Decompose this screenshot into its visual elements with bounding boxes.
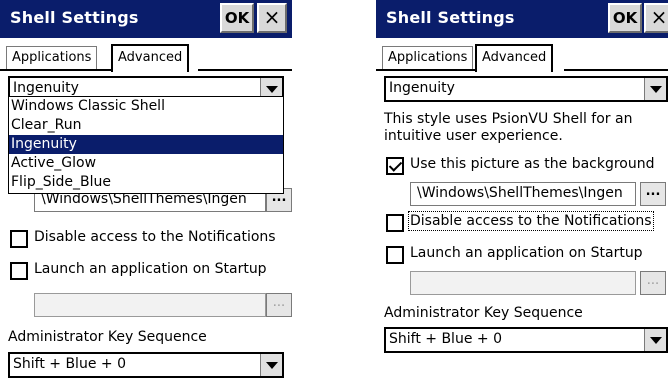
admin-key-label: Administrator Key Sequence — [384, 305, 583, 321]
tab-applications[interactable]: Applications — [382, 46, 474, 70]
disable-notifications-label: Disable access to the Notifications — [34, 229, 276, 245]
title-bar: Shell Settings OK × — [0, 0, 292, 38]
launch-startup-label: Launch an application on Startup — [34, 261, 267, 277]
tab-advanced[interactable]: Advanced — [111, 44, 190, 72]
startup-browse-button: ... — [266, 293, 292, 317]
dropdown-arrow-icon[interactable] — [260, 354, 282, 376]
dropdown-option[interactable]: Windows Classic Shell — [9, 97, 283, 116]
ok-button[interactable]: OK — [220, 3, 254, 33]
close-button[interactable]: × — [257, 3, 287, 33]
dropdown-option[interactable]: Clear_Run — [9, 116, 283, 135]
use-picture-checkbox[interactable] — [386, 157, 404, 175]
tab-underline — [564, 69, 668, 71]
dropdown-arrow-icon[interactable] — [644, 78, 666, 100]
admin-key-select[interactable]: Shift + Blue + 0 — [8, 352, 284, 378]
disable-notifications-checkbox[interactable] — [10, 230, 28, 248]
close-button[interactable]: × — [644, 3, 668, 33]
title-bar: Shell Settings OK × — [376, 0, 668, 38]
admin-key-value: Shift + Blue + 0 — [13, 356, 126, 372]
tab-underline — [198, 69, 292, 71]
window-title: Shell Settings — [10, 8, 139, 27]
tab-underline — [0, 69, 113, 71]
style-description-line2: intuitive user experience. — [384, 128, 563, 144]
dropdown-option[interactable]: Active_Glow — [9, 154, 283, 173]
disable-notifications-label: Disable access to the Notifications — [408, 211, 654, 231]
style-select[interactable]: Ingenuity — [384, 76, 668, 102]
tab-underline — [376, 69, 477, 71]
style-dropdown-list: Windows Classic Shell Clear_Run Ingenuit… — [8, 96, 284, 194]
dropdown-arrow-icon[interactable] — [644, 329, 666, 351]
disable-notifications-checkbox[interactable] — [386, 214, 404, 232]
dropdown-option[interactable]: Flip_Side_Blue — [9, 173, 283, 192]
browse-button[interactable]: ... — [640, 182, 666, 206]
window-title: Shell Settings — [386, 8, 515, 27]
startup-browse-button: ... — [640, 271, 666, 295]
dropdown-option-selected[interactable]: Ingenuity — [9, 135, 283, 154]
shell-settings-screen-left: Shell Settings OK × Applications Advance… — [0, 0, 292, 392]
tab-applications[interactable]: Applications — [6, 46, 98, 70]
admin-key-value: Shift + Blue + 0 — [389, 331, 502, 347]
style-select-value: Ingenuity — [389, 80, 455, 96]
ok-button[interactable]: OK — [608, 3, 642, 33]
launch-startup-checkbox[interactable] — [10, 262, 28, 280]
style-select-value: Ingenuity — [13, 80, 79, 96]
launch-startup-checkbox[interactable] — [386, 246, 404, 264]
background-path-field[interactable]: \Windows\ShellThemes\Ingen — [410, 182, 636, 206]
startup-app-field — [34, 293, 266, 317]
launch-startup-label: Launch an application on Startup — [410, 245, 643, 261]
admin-key-label: Administrator Key Sequence — [8, 329, 207, 345]
checkmark-icon — [388, 158, 403, 172]
style-description-line1: This style uses PsionVU Shell for an — [384, 111, 633, 127]
tab-advanced[interactable]: Advanced — [475, 44, 554, 72]
admin-key-select[interactable]: Shift + Blue + 0 — [384, 327, 668, 353]
use-picture-label: Use this picture as the background — [410, 156, 655, 172]
shell-settings-screen-right: Shell Settings OK × Applications Advance… — [376, 0, 668, 392]
startup-app-field — [410, 271, 636, 295]
